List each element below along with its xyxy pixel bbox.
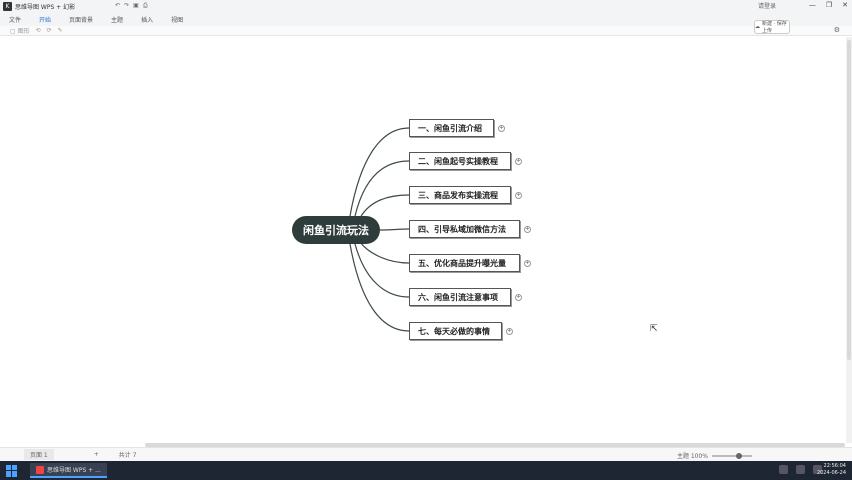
vertical-scroll-thumb[interactable] [847, 40, 851, 360]
minimize-button[interactable]: — [809, 1, 816, 9]
zoom-label: 主题 100% [676, 453, 708, 460]
taskbar-app-label: 思维导图 WPS + ... [47, 467, 101, 474]
collapse-icon[interactable]: + [515, 158, 522, 165]
redo-icon[interactable]: ↷ [124, 2, 129, 10]
login-button[interactable]: 请登录 [758, 1, 776, 10]
cloud-save-button[interactable]: ☁ 新建 · 保存上传 [754, 20, 790, 34]
clock-date: 2024-06-24 [816, 470, 846, 476]
topic-6[interactable]: 六、闲鱼引流注意事项 + [409, 288, 522, 306]
topic-7-label: 七、每天必做的事情 [418, 326, 490, 336]
menu-file[interactable]: 文件 [0, 15, 30, 24]
title-bar: K 思维导图 WPS + 幻影 ↶ ↷ ▣ ⎙ 请登录 — ❐ ✕ [0, 0, 852, 12]
status-bar: 页面 1 + 共计 7 主题 100% [0, 447, 852, 461]
root-topic[interactable]: 闲鱼引流玩法 [292, 216, 380, 244]
toolbar: ▢ 图形 ⟲ ⟳ ✎ [0, 26, 852, 36]
menu-insert[interactable]: 插入 [132, 15, 162, 24]
mouse-cursor-icon: ⇱ [650, 324, 658, 334]
topic-4[interactable]: 四、引导私域加微信方法 + [409, 220, 531, 238]
collapse-icon[interactable]: + [524, 260, 531, 267]
zoom-control: 主题 100% [677, 451, 752, 460]
node-count: 共计 7 [118, 452, 137, 459]
topic-3-label: 三、商品发布实操流程 [418, 190, 498, 200]
quick-access: ↶ ↷ ▣ ⎙ [115, 2, 148, 10]
app-window: K 思维导图 WPS + 幻影 ↶ ↷ ▣ ⎙ 请登录 — ❐ ✕ 文件 开始 … [0, 0, 852, 480]
undo-tool[interactable]: ⟲ [36, 27, 41, 34]
topic-5-label: 五、优化商品提升曝光量 [418, 258, 506, 268]
document-title: 思维导图 WPS + 幻影 [15, 3, 76, 11]
cloud-icon: ☁ [755, 24, 760, 30]
clock-time: 22:56:04 [823, 463, 846, 469]
volume-icon[interactable] [796, 465, 805, 474]
window-controls: — ❐ ✕ [809, 1, 848, 9]
network-icon[interactable] [779, 465, 788, 474]
menu-view[interactable]: 视图 [162, 15, 192, 24]
topic-3[interactable]: 三、商品发布实操流程 + [409, 186, 522, 204]
system-clock[interactable]: 22:56:04 2024-06-24 [817, 463, 846, 477]
topic-5[interactable]: 五、优化商品提升曝光量 + [409, 254, 531, 272]
wps-app-icon [36, 465, 44, 474]
topic-2-label: 二、闲鱼起号实操教程 [418, 156, 498, 166]
close-button[interactable]: ✕ [842, 1, 848, 9]
undo-icon[interactable]: ↶ [115, 2, 120, 10]
taskbar: 思维导图 WPS + ... 22:56:04 2024-06-24 [0, 461, 852, 480]
shape-tool[interactable]: ▢ 图形 [10, 26, 30, 35]
topic-1[interactable]: 一、闲鱼引流介绍 + [409, 119, 505, 137]
sheet-tab[interactable]: 页面 1 [24, 449, 54, 460]
print-icon[interactable]: ⎙ [143, 2, 148, 10]
menu-bar: 文件 开始 页面背景 主题 插入 视图 [0, 12, 852, 26]
collapse-icon[interactable]: + [524, 226, 531, 233]
edit-tool[interactable]: ✎ [58, 27, 63, 34]
collapse-icon[interactable]: + [515, 294, 522, 301]
collapse-icon[interactable]: + [515, 192, 522, 199]
collapse-icon[interactable]: + [498, 125, 505, 132]
menu-start[interactable]: 开始 [30, 15, 60, 24]
topic-4-label: 四、引导私域加微信方法 [418, 224, 506, 234]
add-sheet-button[interactable]: + [94, 451, 99, 458]
collapse-icon[interactable]: + [506, 328, 513, 335]
start-button[interactable] [6, 464, 18, 477]
topic-2[interactable]: 二、闲鱼起号实操教程 + [409, 152, 522, 170]
zoom-knob[interactable] [736, 452, 742, 459]
mindmap-canvas[interactable] [0, 37, 846, 443]
wps-logo-icon: K [3, 1, 12, 11]
topic-1-label: 一、闲鱼引流介绍 [418, 123, 482, 133]
maximize-button[interactable]: ❐ [826, 1, 832, 9]
system-tray [779, 465, 822, 474]
taskbar-app[interactable]: 思维导图 WPS + ... [30, 463, 107, 478]
zoom-slider[interactable] [712, 452, 752, 459]
topic-7[interactable]: 七、每天必做的事情 + [409, 322, 513, 340]
redo-tool[interactable]: ⟳ [47, 27, 52, 34]
settings-gear-icon[interactable]: ⚙ [834, 26, 840, 34]
cloud-save-label: 新建 · 保存上传 [762, 21, 787, 34]
save-icon[interactable]: ▣ [133, 2, 139, 10]
topic-6-label: 六、闲鱼引流注意事项 [418, 292, 498, 302]
menu-page-background[interactable]: 页面背景 [60, 15, 102, 24]
menu-theme[interactable]: 主题 [102, 15, 132, 24]
